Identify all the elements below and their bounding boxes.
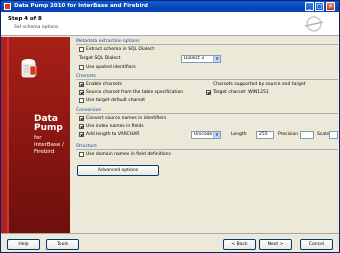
dialect-select[interactable]: Dialect 3 ▼ bbox=[181, 55, 221, 63]
default-charset-label: Use target default charset bbox=[86, 98, 146, 103]
varchar-length-checkbox[interactable] bbox=[79, 132, 84, 137]
next-button[interactable]: Next > bbox=[259, 239, 292, 250]
scale-label: Scale bbox=[317, 132, 330, 137]
target-charset-label: Target charset: WIN1251 bbox=[213, 90, 269, 95]
brand-sidebar: Data Pump for InterBase / Firebird bbox=[1, 37, 70, 233]
dialect-label: Target SQL Dialect bbox=[79, 56, 121, 61]
step-header: Step 4 of 8 Set schema options bbox=[1, 12, 339, 36]
options-panel: Metadata extraction options Extract sche… bbox=[73, 37, 339, 233]
footer-divider bbox=[1, 233, 339, 234]
group-divider bbox=[76, 44, 338, 45]
precision-label: Precision bbox=[278, 132, 299, 137]
minimize-button[interactable]: _ bbox=[305, 2, 314, 11]
maximize-button[interactable]: □ bbox=[315, 2, 324, 11]
title-bar[interactable]: Data Pump 2010 for InterBase and Firebir… bbox=[1, 1, 339, 12]
quoted-identifiers-label: Use quoted identifiers bbox=[86, 65, 136, 70]
convert-names-label: Convert source names in identifiers bbox=[86, 116, 167, 121]
chevron-down-icon: ▼ bbox=[213, 56, 220, 62]
help-button[interactable]: Help bbox=[7, 239, 40, 250]
type-select[interactable]: Unicode ▼ bbox=[191, 131, 221, 139]
length-label: Length bbox=[231, 132, 247, 137]
chevron-down-icon: ▼ bbox=[213, 132, 220, 138]
target-charset-checkbox[interactable] bbox=[206, 90, 211, 95]
wizard-window: Data Pump 2010 for InterBase and Firebir… bbox=[0, 0, 340, 253]
step-subtitle: Set schema options bbox=[14, 25, 59, 30]
database-icon bbox=[21, 59, 37, 78]
domain-names-checkbox[interactable] bbox=[79, 152, 84, 157]
source-charset-checkbox[interactable] bbox=[79, 90, 84, 95]
extract-dialect-checkbox[interactable] bbox=[79, 47, 84, 52]
charsets-note: Charsets supported by source and target bbox=[213, 82, 306, 87]
cancel-button[interactable]: Cancel bbox=[300, 239, 333, 250]
default-charset-checkbox[interactable] bbox=[79, 98, 84, 103]
step-title: Step 4 of 8 bbox=[8, 16, 42, 22]
dialect-select-value: Dialect 3 bbox=[184, 56, 205, 61]
close-button[interactable]: × bbox=[326, 2, 335, 11]
header-logo-icon bbox=[304, 16, 324, 32]
type-select-value: Unicode bbox=[194, 132, 213, 137]
domain-names-label: Use domain names in field definitions bbox=[86, 152, 171, 157]
source-charset-label: Source charset from the table specificat… bbox=[86, 90, 184, 95]
index-names-checkbox[interactable] bbox=[79, 124, 84, 129]
length-input[interactable]: 255 bbox=[256, 131, 274, 139]
varchar-length-label: Add length to VARCHAR bbox=[86, 132, 140, 137]
convert-names-checkbox[interactable] bbox=[79, 116, 84, 121]
brand-line-2: Pump bbox=[34, 123, 63, 133]
scale-input[interactable] bbox=[329, 131, 338, 139]
enable-charsets-label: Enable charsets bbox=[86, 82, 122, 87]
precision-input[interactable] bbox=[300, 131, 314, 139]
index-names-label: Use index names in fields bbox=[86, 124, 144, 129]
extract-dialect-label: Extract schema in SQL Dialect bbox=[86, 47, 155, 52]
group-divider bbox=[76, 113, 338, 114]
group-divider bbox=[76, 149, 338, 150]
tools-button[interactable]: Tools bbox=[46, 239, 79, 250]
window-title: Data Pump 2010 for InterBase and Firebir… bbox=[14, 3, 148, 9]
back-button[interactable]: < Back bbox=[223, 239, 256, 250]
quoted-identifiers-checkbox[interactable] bbox=[79, 65, 84, 70]
brand-subtitle: for InterBase / Firebird bbox=[34, 135, 64, 155]
advanced-options-button[interactable]: Advanced options bbox=[77, 165, 159, 176]
enable-charsets-checkbox[interactable] bbox=[79, 82, 84, 87]
app-icon bbox=[4, 3, 11, 10]
group-divider bbox=[76, 79, 338, 80]
